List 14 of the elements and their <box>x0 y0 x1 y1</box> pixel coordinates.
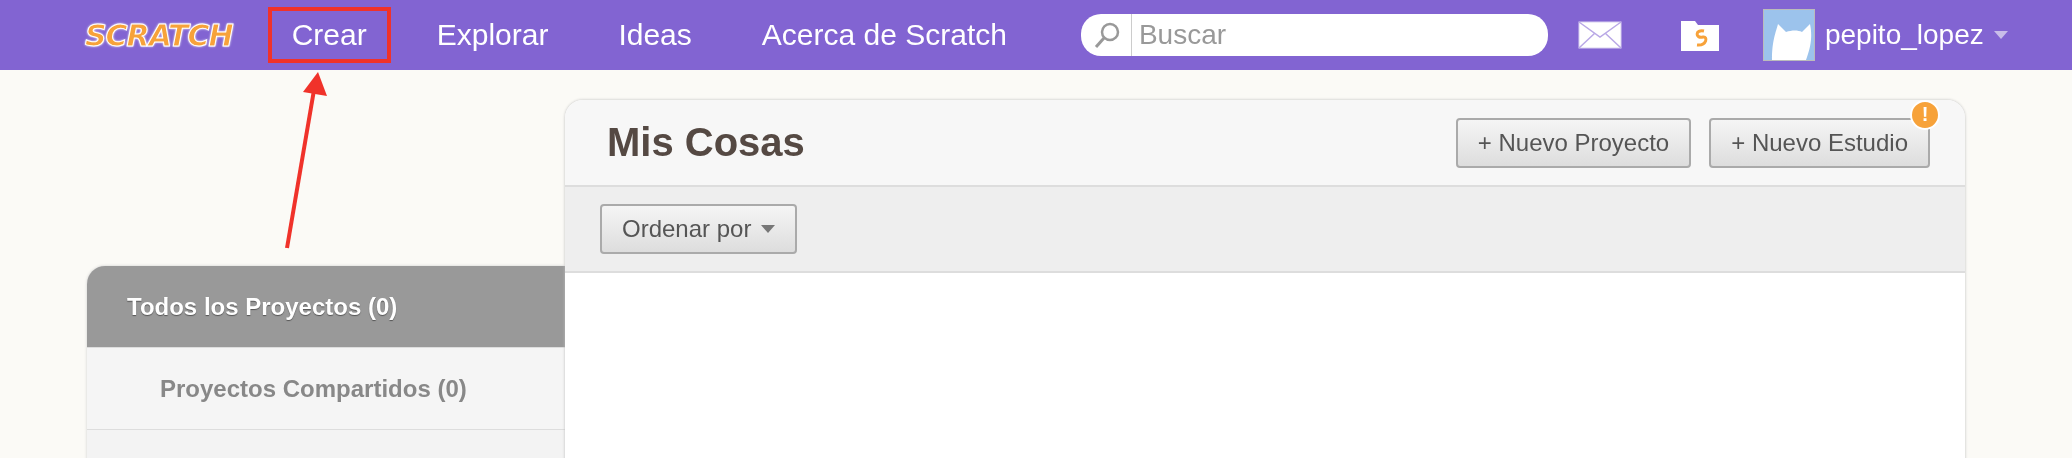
nav-link[interactable]: Explorar <box>412 7 573 63</box>
new-button[interactable]: + Nuevo Proyecto <box>1455 117 1692 168</box>
search-field[interactable]: Buscar <box>1080 14 1548 56</box>
username-link[interactable]: pepito_lopez <box>1824 19 1984 51</box>
sidebar-item[interactable]: Todos los Proyectos (0) <box>87 266 565 348</box>
sidebar-item[interactable]: Proyectos Compartidos (0) <box>87 348 565 430</box>
alert-badge: ! <box>1910 99 1940 130</box>
nav-link[interactable]: Crear <box>267 7 391 63</box>
mail-icon[interactable] <box>1577 21 1622 49</box>
sort-button[interactable]: Ordenar por <box>600 204 798 254</box>
page-title: Mis Cosas <box>607 120 806 165</box>
nav-link[interactable]: Ideas <box>594 7 716 63</box>
nav-link[interactable]: Acerca de Scratch <box>737 7 1031 63</box>
caret-icon[interactable] <box>1993 31 2008 39</box>
